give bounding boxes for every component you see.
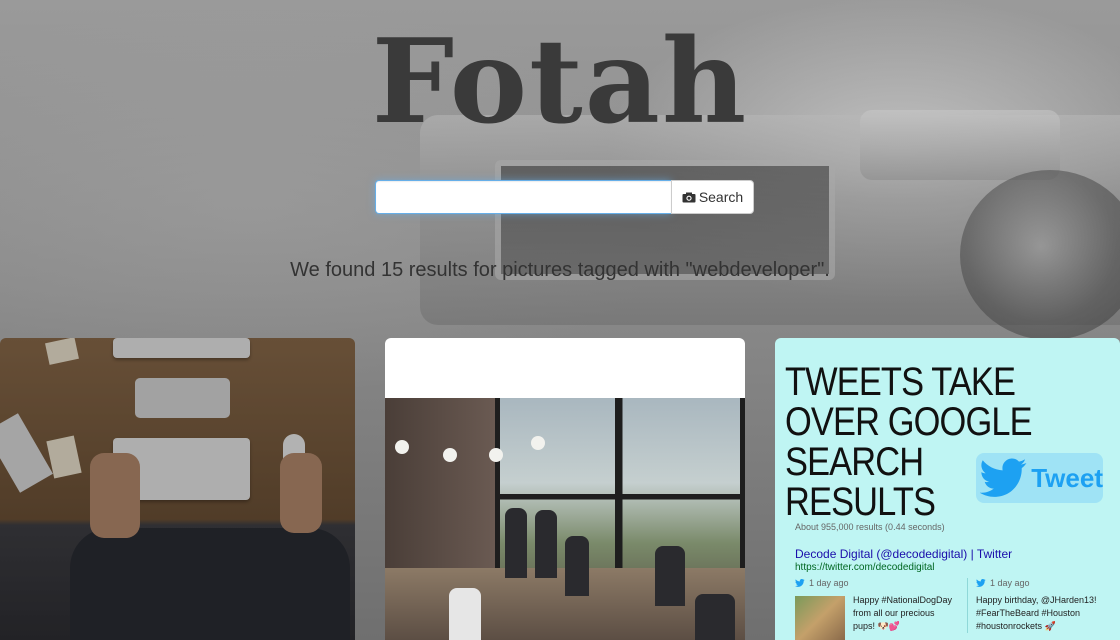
- result-card-2[interactable]: [385, 338, 745, 640]
- tweet-badge-label: Tweet: [1031, 462, 1103, 493]
- google-result-title: Decode Digital (@decodedigital) | Twitte…: [795, 547, 1013, 561]
- google-result-stats: About 955,000 results (0.44 seconds): [795, 522, 945, 532]
- tweet-age: 1 day ago: [990, 578, 1030, 588]
- tweet-meta: 1 day ago: [795, 578, 955, 588]
- photo-person: [565, 536, 589, 596]
- twitter-bird-icon: [976, 579, 986, 587]
- twitter-bird-icon: [795, 579, 805, 587]
- tweet-card: 1 day ago Happy birthday, @JHarden13! #F…: [967, 578, 1120, 633]
- tweet-age: 1 day ago: [809, 578, 849, 588]
- photo-lamp: [395, 440, 409, 454]
- photo-overlay: [0, 338, 355, 640]
- photo-person: [655, 546, 685, 606]
- camera-icon: [682, 192, 696, 202]
- tweet-badge: Tweet: [976, 453, 1103, 503]
- tweet-text: Happy #NationalDogDay from all our preci…: [853, 595, 953, 631]
- photo-lamp: [443, 448, 457, 462]
- twitter-bird-icon: [980, 458, 1027, 497]
- search-input[interactable]: [375, 180, 671, 214]
- search-button-label: Search: [698, 189, 744, 205]
- result-card-3[interactable]: TWEETS TAKE OVER GOOGLE SEARCH RESULTS T…: [775, 338, 1120, 640]
- photo-person: [535, 510, 557, 578]
- tweet-card: 1 day ago Happy #NationalDogDay from all…: [795, 578, 955, 640]
- photo-person: [505, 508, 527, 578]
- photo-lamp: [531, 436, 545, 450]
- results-summary: We found 15 results for pictures tagged …: [290, 259, 830, 281]
- result-photo: [385, 398, 745, 640]
- search-button[interactable]: Search: [671, 180, 754, 214]
- photo-window: [495, 398, 745, 578]
- site-logo: Fotah: [371, 14, 749, 150]
- tweet-thumbnail: [795, 596, 845, 640]
- search-form: Search: [375, 180, 754, 214]
- photo-lamp: [489, 448, 503, 462]
- result-card-1[interactable]: [0, 338, 355, 640]
- photo-person: [449, 588, 481, 640]
- photo-person: [695, 594, 735, 640]
- tweet-text: Happy birthday, @JHarden13! #FearTheBear…: [976, 595, 1097, 631]
- tweet-meta: 1 day ago: [976, 578, 1120, 588]
- google-result-url: https://twitter.com/decodedigital: [795, 562, 935, 573]
